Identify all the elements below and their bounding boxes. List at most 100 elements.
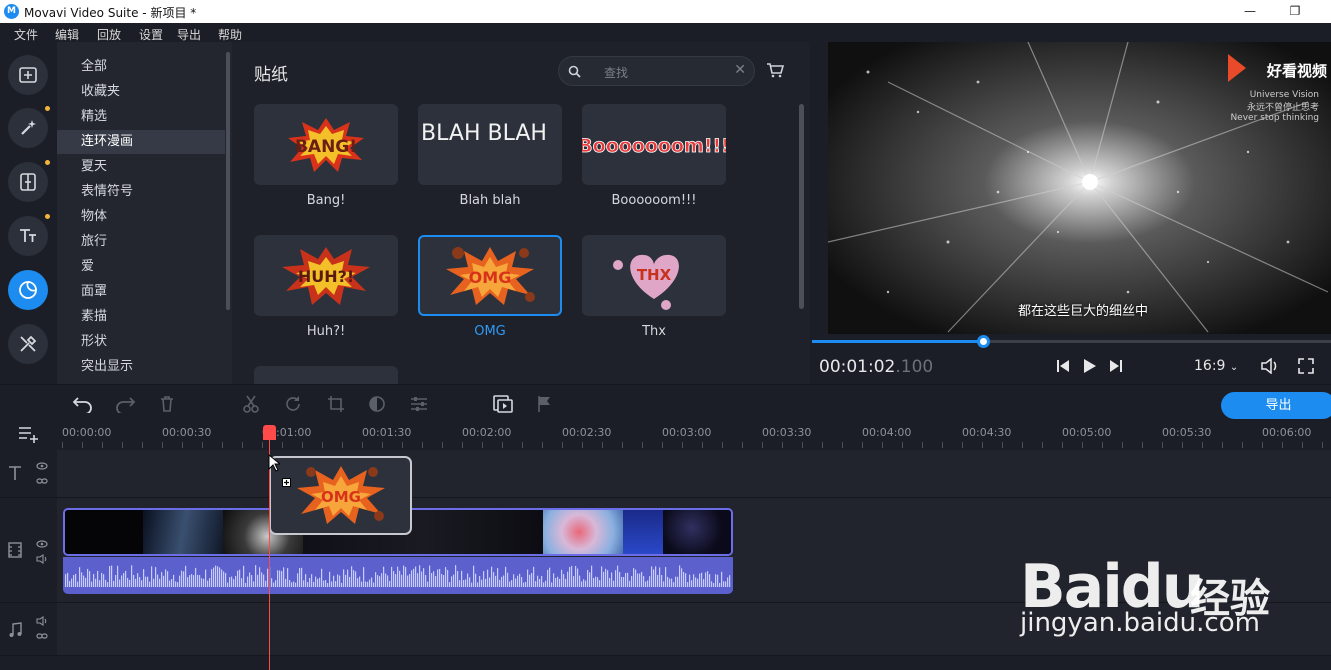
timeline-ruler[interactable]: 00:00:00 00:00:30 00:01:00 00:01:30 00:0… xyxy=(0,420,1331,450)
fullscreen-icon[interactable] xyxy=(1298,358,1314,374)
clip-thumbnail xyxy=(663,510,731,554)
link-icon[interactable] xyxy=(36,632,48,640)
sticker-card-partial[interactable] xyxy=(254,366,398,384)
waveform-bar xyxy=(383,566,385,587)
sticker-card-boom[interactable]: Booooooom!!! xyxy=(582,104,726,185)
track-volume-icon[interactable] xyxy=(36,616,48,626)
waveform-bar xyxy=(487,569,489,587)
sticker-card-omg[interactable]: OMG xyxy=(418,235,562,316)
waveform-bar xyxy=(431,573,433,587)
sticker-panel: 贴纸 查找 ✕ BANG! BLAH BLAH Booooooom!!! Ban… xyxy=(232,42,810,384)
waveform-bar xyxy=(497,568,499,587)
waveform-bar xyxy=(167,571,169,587)
track-volume-icon[interactable] xyxy=(36,554,48,564)
visibility-eye-icon[interactable] xyxy=(36,540,48,548)
transitions-tool-button[interactable] xyxy=(8,160,50,202)
volume-icon[interactable] xyxy=(1260,358,1280,374)
undo-icon[interactable] xyxy=(72,395,94,413)
category-masks[interactable]: 面罩 xyxy=(57,280,225,304)
category-travel[interactable]: 旅行 xyxy=(57,230,225,254)
waveform-bar xyxy=(573,576,575,587)
visibility-eye-icon[interactable] xyxy=(36,462,48,470)
sticker-card-blah[interactable]: BLAH BLAH xyxy=(418,104,562,185)
dragged-omg-text: OMG xyxy=(321,488,361,506)
waveform-bar xyxy=(469,577,471,587)
waveform-bar xyxy=(215,565,217,587)
ruler-minor-tick xyxy=(1042,442,1043,448)
title-track[interactable] xyxy=(57,450,1331,497)
dragged-sticker-clip[interactable]: OMG xyxy=(269,456,412,535)
menu-settings[interactable]: 设置 xyxy=(139,26,163,43)
link-icon[interactable] xyxy=(36,477,48,485)
aspect-ratio-select[interactable]: 16:9 ⌄ xyxy=(1194,358,1238,374)
sticker-huh-art: HUH?! xyxy=(282,247,370,305)
menu-playback[interactable]: 回放 xyxy=(97,26,121,43)
category-sketch[interactable]: 素描 xyxy=(57,305,225,329)
category-favorites[interactable]: 收藏夹 xyxy=(57,80,225,104)
skip-back-icon[interactable] xyxy=(1055,358,1071,374)
sticker-card-huh[interactable]: HUH?! xyxy=(254,235,398,316)
search-field[interactable]: 查找 ✕ xyxy=(558,56,755,86)
progress-handle[interactable] xyxy=(977,335,991,348)
cut-icon[interactable] xyxy=(242,395,260,413)
playback-progress-bar[interactable] xyxy=(812,335,1331,348)
category-highlight[interactable]: 突出显示 xyxy=(57,355,225,379)
category-love[interactable]: 爱 xyxy=(57,255,225,279)
video-preview[interactable]: 好看视频 Universe Vision 永远不曾停止思考 Never stop… xyxy=(828,42,1331,334)
ruler-minor-tick xyxy=(1242,442,1243,448)
stickers-scrollbar[interactable] xyxy=(799,104,804,309)
menu-edit[interactable]: 编辑 xyxy=(55,26,79,43)
play-icon[interactable] xyxy=(1081,358,1097,374)
category-shapes[interactable]: 形状 xyxy=(57,330,225,354)
skip-forward-icon[interactable] xyxy=(1108,358,1124,374)
waveform-bar xyxy=(271,578,273,587)
color-adjust-icon[interactable] xyxy=(368,395,386,413)
waveform-bar xyxy=(723,581,725,587)
menu-file[interactable]: 文件 xyxy=(14,26,38,43)
add-track-icon[interactable] xyxy=(18,425,40,443)
categories-scrollbar[interactable] xyxy=(226,52,230,310)
marker-flag-icon[interactable] xyxy=(537,395,553,413)
menu-help[interactable]: 帮助 xyxy=(218,26,242,43)
restore-button[interactable]: ❐ xyxy=(1285,2,1305,20)
stickers-tool-button[interactable] xyxy=(8,270,48,310)
rotate-icon[interactable] xyxy=(284,395,302,413)
category-comics[interactable]: 连环漫画 xyxy=(57,130,225,154)
clear-search-icon[interactable]: ✕ xyxy=(734,62,746,78)
category-objects[interactable]: 物体 xyxy=(57,205,225,229)
ruler-minor-tick xyxy=(522,442,523,448)
sticker-boom-text: Booooooom!!! xyxy=(582,135,726,157)
store-cart-icon[interactable] xyxy=(766,62,784,78)
menu-export[interactable]: 导出 xyxy=(177,26,201,43)
minimize-button[interactable]: — xyxy=(1240,2,1260,20)
clip-properties-icon[interactable] xyxy=(410,395,428,413)
redo-icon[interactable] xyxy=(114,395,136,413)
category-emoji[interactable]: 表情符号 xyxy=(57,180,225,204)
ruler-minor-tick xyxy=(1162,442,1163,448)
ruler-minor-tick xyxy=(302,442,303,448)
delete-icon[interactable] xyxy=(158,395,176,413)
insert-media-icon[interactable] xyxy=(493,395,513,413)
import-tool-button[interactable] xyxy=(8,55,48,95)
waveform-bar xyxy=(483,571,485,587)
category-summer[interactable]: 夏天 xyxy=(57,155,225,179)
waveform-bar xyxy=(667,576,669,587)
more-tools-button[interactable] xyxy=(8,324,48,364)
export-button[interactable]: 导出 xyxy=(1221,392,1331,419)
sticker-card-bang[interactable]: BANG! xyxy=(254,104,398,185)
titles-tool-button[interactable] xyxy=(8,214,50,256)
category-featured[interactable]: 精选 xyxy=(57,105,225,129)
audio-waveform-clip[interactable] xyxy=(63,557,733,594)
sticker-card-thx[interactable]: THX xyxy=(582,235,726,316)
category-all[interactable]: 全部 xyxy=(57,55,225,79)
waveform-bar xyxy=(399,570,401,587)
waveform-bar xyxy=(381,573,383,587)
waveform-bar xyxy=(579,575,581,587)
playhead-handle[interactable] xyxy=(263,425,276,440)
crop-icon[interactable] xyxy=(327,395,345,413)
filters-tool-button[interactable] xyxy=(8,106,50,148)
waveform-bar xyxy=(611,572,613,587)
waveform-bar xyxy=(691,580,693,587)
waveform-bar xyxy=(685,573,687,587)
waveform-bar xyxy=(193,575,195,587)
